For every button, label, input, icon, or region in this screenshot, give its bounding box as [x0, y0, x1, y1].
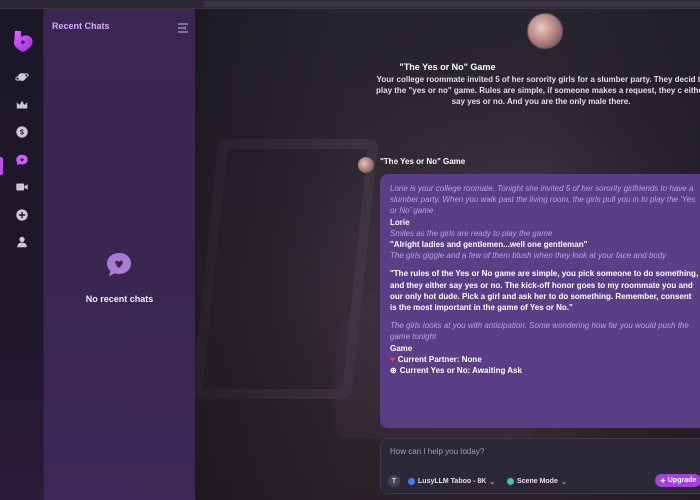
message-avatar: [358, 157, 374, 173]
message-line: Smiles as the girls are ready to play th…: [390, 228, 553, 238]
upgrade-label: Upgrade: [667, 477, 697, 484]
character-title: "The Yes or No" Game: [399, 62, 496, 72]
chat-input[interactable]: [390, 447, 690, 456]
chat-heart-icon: [105, 251, 133, 279]
status-partner-text: Current Partner: None: [397, 354, 482, 364]
active-indicator: [0, 157, 3, 175]
chat-input-box[interactable]: T LusyLLM Taboo - 8K ⌄ Scene Mode ⌄ ✦ Up…: [380, 438, 700, 494]
top-bar-slot: [203, 1, 700, 7]
icon-rail: $: [0, 9, 44, 500]
logo-icon[interactable]: [11, 29, 35, 53]
user-group-icon[interactable]: [12, 232, 32, 252]
video-icon[interactable]: [12, 177, 32, 197]
message-line: Lorie: [390, 217, 410, 227]
crown-icon[interactable]: [12, 95, 32, 115]
message-gap: [390, 261, 700, 268]
recent-chats-panel: Recent Chats No recent chats: [44, 9, 195, 500]
heart-icon: ♥: [390, 354, 395, 364]
message-line: The girls giggle and a few of them blush…: [390, 251, 667, 261]
sparkle-icon: ✦: [660, 477, 666, 485]
svg-text:$: $: [20, 130, 24, 137]
message-line: "The rules of the Yes or No game are sim…: [390, 269, 699, 313]
chevron-down-icon: ⌄: [560, 478, 567, 486]
upgrade-button[interactable]: ✦ Upgrade: [655, 474, 700, 487]
message-line: Lorie is your college roomate. Tonight s…: [390, 184, 696, 216]
message-gap: [390, 313, 700, 320]
status-ask-text: Current Yes or No: Awaiting Ask: [399, 366, 522, 376]
mode-selector[interactable]: Scene Mode ⌄: [507, 476, 567, 487]
status-partner: ♥ Current Partner: None: [390, 354, 700, 365]
panel-title: Recent Chats: [52, 21, 110, 31]
message-bubble: Lorie is your college roomate. Tonight s…: [380, 174, 700, 428]
model-selector[interactable]: LusyLLM Taboo - 8K ⌄: [408, 476, 495, 487]
message-line: "Alright ladies and gentlemen...well one…: [390, 240, 588, 250]
chat-main: "The Yes or No" Game Your college roomma…: [195, 9, 700, 500]
model-icon: [408, 478, 415, 485]
top-bar: [0, 0, 700, 9]
user-avatar[interactable]: T: [388, 475, 400, 487]
sidebar-toggle-icon[interactable]: [177, 21, 189, 33]
message-line: The girls looks at you with anticipation…: [390, 321, 689, 342]
mode-label: Scene Mode: [517, 478, 558, 485]
character-description: Your college roommate invited 5 of her s…: [376, 75, 700, 106]
character-avatar[interactable]: [527, 13, 563, 49]
coin-icon[interactable]: $: [12, 122, 32, 142]
scene-mode-icon: [507, 478, 514, 485]
target-icon: ⊕: [390, 366, 397, 376]
model-label: LusyLLM Taboo - 8K: [418, 478, 487, 485]
chat-icon[interactable]: [12, 150, 32, 170]
empty-state-text: No recent chats: [85, 294, 154, 304]
plus-circle-icon[interactable]: [12, 205, 32, 225]
message-line: Game: [390, 343, 413, 353]
message-body: Lorie is your college roomate. Tonight s…: [390, 183, 700, 354]
message-author: "The Yes or No" Game: [380, 157, 466, 166]
chevron-down-icon: ⌄: [489, 478, 496, 486]
planet-icon[interactable]: [12, 67, 32, 87]
status-ask: ⊕ Current Yes or No: Awaiting Ask: [390, 365, 700, 376]
